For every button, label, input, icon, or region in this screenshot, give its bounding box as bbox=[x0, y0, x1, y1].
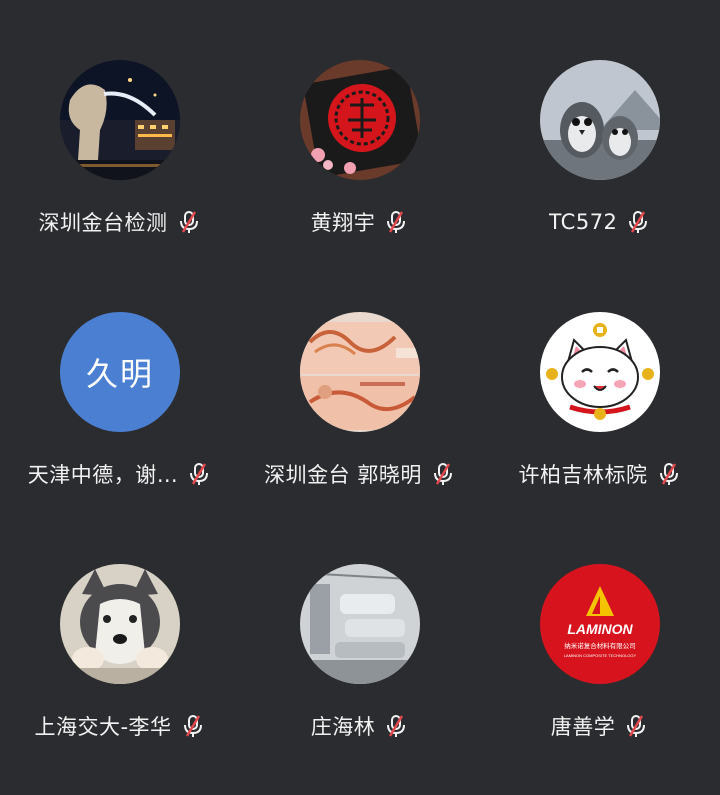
participant-name: 上海交大-李华 bbox=[34, 715, 172, 739]
laminon-logo: LAMINON 纳米诺复合材料有限公司 LAMINON COMPOSITE TE… bbox=[540, 564, 660, 684]
participant-tile[interactable]: 久明 天津中德，谢… bbox=[0, 252, 240, 502]
logo-wordmark: LAMINON bbox=[567, 621, 633, 637]
lucky-cat-drawing bbox=[540, 312, 660, 432]
mic-muted-icon bbox=[627, 715, 646, 737]
mic-muted-icon bbox=[190, 463, 209, 485]
participant-tile[interactable]: 黄翔宇 bbox=[240, 0, 480, 250]
participant-tile[interactable]: 深圳金台 郭晓明 bbox=[240, 252, 480, 502]
participant-name: 许柏吉林标院 bbox=[518, 463, 648, 487]
mic-muted-icon bbox=[629, 211, 648, 233]
mic-muted-icon bbox=[387, 715, 406, 737]
participant-name: 深圳金台 郭晓明 bbox=[264, 463, 422, 487]
participant-avatar bbox=[540, 312, 660, 432]
participant-name: 天津中德，谢… bbox=[27, 463, 179, 487]
participant-tile[interactable]: 许柏吉林标院 bbox=[480, 252, 720, 502]
red-papercut-photo bbox=[300, 60, 420, 180]
participant-tile[interactable]: TC572 bbox=[480, 0, 720, 250]
participant-tile[interactable]: 庄海林 bbox=[240, 504, 480, 754]
participant-tile[interactable]: LAMINON 纳米诺复合材料有限公司 LAMINON COMPOSITE TE… bbox=[480, 504, 720, 754]
factory-machine-photo bbox=[300, 564, 420, 684]
participant-name: 唐善学 bbox=[550, 715, 616, 739]
logo-subtitle: 纳米诺复合材料有限公司 bbox=[564, 641, 636, 650]
participant-tile[interactable]: 深圳金台检测 bbox=[0, 0, 240, 250]
participant-avatar bbox=[300, 564, 420, 684]
logo-subtitle-en: LAMINON COMPOSITE TECHNOLOGY bbox=[564, 653, 637, 658]
initials-avatar: 久明 bbox=[60, 312, 180, 432]
participant-name: 深圳金台检测 bbox=[38, 211, 168, 235]
mic-muted-icon bbox=[659, 463, 678, 485]
participant-avatar bbox=[300, 60, 420, 180]
participant-avatar bbox=[60, 564, 180, 684]
merlion-photo bbox=[60, 60, 180, 180]
participant-avatar bbox=[540, 60, 660, 180]
mic-muted-icon bbox=[183, 715, 202, 737]
banknote-photo bbox=[300, 312, 420, 432]
participant-name: 黄翔宇 bbox=[310, 211, 376, 235]
participant-tile[interactable]: 上海交大-李华 bbox=[0, 504, 240, 754]
husky-dog-photo bbox=[60, 564, 180, 684]
mic-muted-icon bbox=[179, 211, 198, 233]
participant-avatar bbox=[60, 60, 180, 180]
participant-avatar: 久明 bbox=[60, 312, 180, 432]
mic-muted-icon bbox=[387, 211, 406, 233]
participant-avatar: LAMINON 纳米诺复合材料有限公司 LAMINON COMPOSITE TE… bbox=[540, 564, 660, 684]
participant-grid: 深圳金台检测 黄翔宇 TC572 久明 天津中德，谢… 深圳金台 郭晓明 许柏吉… bbox=[0, 0, 720, 795]
participant-avatar bbox=[300, 312, 420, 432]
penguins-photo bbox=[540, 60, 660, 180]
mic-muted-icon bbox=[433, 463, 452, 485]
participant-name: 庄海林 bbox=[310, 715, 376, 739]
participant-name: TC572 bbox=[548, 210, 618, 234]
